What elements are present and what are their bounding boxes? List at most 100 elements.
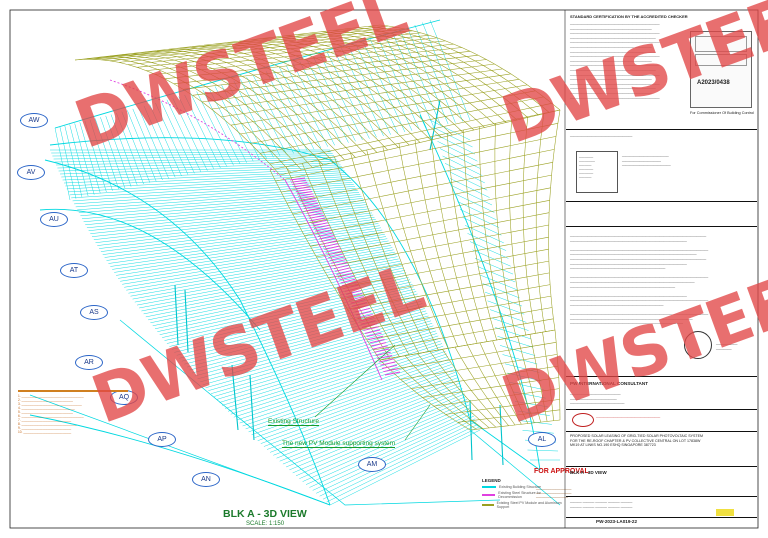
structure-line (478, 409, 488, 419)
structure-line (471, 66, 481, 73)
structure-line (233, 348, 445, 418)
structure-line (250, 143, 261, 154)
structure-line (543, 96, 552, 104)
structure-line (272, 44, 282, 47)
structure-line (173, 83, 184, 90)
structure-line (465, 264, 469, 276)
structure-line (476, 309, 481, 321)
structure-line (287, 71, 297, 77)
structure-line (432, 395, 444, 406)
structure-line (487, 307, 491, 319)
structure-line (542, 332, 545, 345)
structure-line (445, 40, 454, 45)
structure-line (139, 63, 149, 67)
structure-line (463, 87, 473, 95)
structure-line (393, 193, 398, 206)
structure-line (208, 87, 247, 163)
structure-line (550, 296, 553, 308)
structure-line (401, 124, 412, 134)
structure-line (509, 384, 515, 395)
structure-line (442, 155, 483, 176)
structure-line (427, 211, 431, 224)
structure-line (497, 222, 499, 235)
structure-line (302, 36, 312, 39)
structure-line (427, 101, 437, 110)
structure-line (366, 149, 370, 162)
commissioner-text: For Commissioner Of Building Control (690, 111, 754, 115)
structure-line (310, 50, 319, 54)
structure-line (447, 243, 452, 256)
structure-line (418, 164, 421, 177)
structure-line (355, 63, 365, 69)
structure-line (425, 38, 434, 43)
structure-line (390, 59, 399, 65)
structure-line (557, 109, 561, 124)
structure-line (508, 350, 513, 362)
structure-line (377, 93, 387, 101)
structure-line (159, 53, 169, 56)
structure-line (279, 39, 288, 42)
structure-line (478, 109, 487, 118)
structure-line (481, 284, 485, 297)
structure-line (540, 105, 550, 113)
grid-tag-an: AN (192, 472, 220, 487)
structure-line (494, 63, 503, 70)
structure-line (541, 391, 544, 402)
structure-line (184, 303, 423, 365)
structure-line (333, 30, 342, 32)
structure-line (290, 48, 299, 52)
structure-line (509, 207, 511, 221)
structure-line (337, 126, 348, 137)
structure-line (353, 49, 362, 54)
structure-line (298, 51, 308, 55)
structure-line (334, 35, 343, 38)
structure-line (430, 46, 440, 51)
structure-line (101, 59, 111, 62)
structure-line (461, 357, 468, 369)
structure-line (320, 54, 363, 141)
structure-line (233, 105, 244, 114)
structure-line (379, 196, 384, 209)
structure-line (460, 241, 464, 254)
structure-line (384, 50, 394, 55)
structure-line (314, 35, 323, 38)
structure-line (356, 27, 365, 29)
structure-line (445, 232, 449, 244)
structure-line (341, 30, 350, 33)
structure-line (175, 77, 186, 83)
structure-line (437, 37, 446, 42)
structure-line (454, 346, 462, 359)
structure-line (456, 277, 460, 290)
structure-line (308, 112, 318, 122)
structure-line (350, 54, 360, 59)
structure-line (183, 62, 193, 67)
structure-line (548, 261, 550, 273)
structure-line (294, 36, 303, 38)
structure-line (477, 266, 516, 283)
structure-line (211, 108, 222, 118)
structure-line (515, 278, 518, 291)
structure-line (261, 45, 270, 48)
structure-line (495, 186, 497, 199)
structure-line (300, 96, 311, 104)
structure-line (145, 265, 403, 318)
structure-line (452, 194, 456, 207)
structure-line (534, 402, 539, 413)
structure-line (225, 340, 441, 409)
structure-line (441, 91, 451, 99)
structure-line (517, 336, 521, 349)
grid-tag-av: AV (17, 165, 45, 180)
drawing-number: PW-2023-LA019-22 (596, 519, 638, 524)
structure-line (550, 175, 552, 188)
structure-line (237, 89, 248, 97)
structure-line (424, 56, 433, 61)
structure-line (256, 102, 266, 111)
legend-label: Existing Building Structure (499, 485, 541, 489)
structure-line (438, 257, 442, 269)
structure-line (510, 232, 513, 245)
structure-line (478, 366, 485, 378)
structure-line (367, 44, 377, 48)
structure-line (197, 57, 207, 61)
structure-line (256, 41, 265, 44)
structure-line (387, 46, 397, 51)
